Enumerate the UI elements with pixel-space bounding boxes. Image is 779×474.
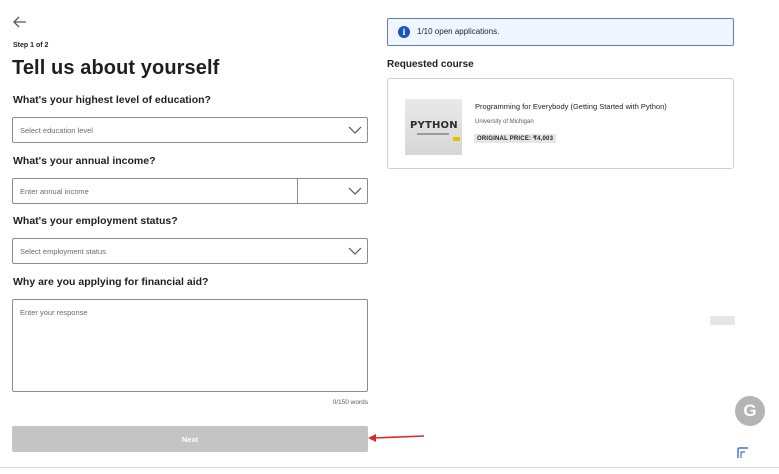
- bottom-divider: [0, 467, 779, 468]
- info-banner: i 1/10 open applications.: [387, 18, 734, 46]
- word-counter: 0/150 words: [332, 399, 368, 406]
- grammarly-icon[interactable]: G: [735, 396, 765, 426]
- employment-placeholder: Select employment status: [20, 247, 106, 256]
- education-placeholder: Select education level: [20, 126, 93, 135]
- thumbnail-accent: [453, 137, 460, 141]
- course-thumbnail: PYTHON: [405, 99, 462, 155]
- income-question: What's your annual income?: [13, 155, 156, 167]
- step-indicator: Step 1 of 2: [13, 42, 49, 49]
- course-thumbnail-text: PYTHON: [410, 120, 458, 131]
- reason-question: Why are you applying for financial aid?: [13, 276, 209, 288]
- education-select[interactable]: Select education level: [12, 117, 368, 143]
- income-placeholder: Enter annual income: [20, 187, 89, 196]
- course-university: University of Michigan: [475, 119, 534, 125]
- reason-placeholder: Enter your response: [20, 308, 88, 317]
- chevron-down-icon[interactable]: [348, 187, 362, 195]
- chevron-down-icon: [348, 126, 362, 134]
- course-name: Programming for Everybody (Getting Start…: [475, 102, 667, 111]
- floating-badge: [710, 316, 735, 325]
- education-question: What's your highest level of education?: [13, 94, 211, 106]
- employment-select[interactable]: Select employment status: [12, 238, 368, 264]
- income-divider: [297, 179, 298, 203]
- chevron-down-icon: [348, 247, 362, 255]
- course-card[interactable]: PYTHON Programming for Everybody (Gettin…: [387, 78, 734, 169]
- page-title: Tell us about yourself: [12, 57, 220, 79]
- requested-course-title: Requested course: [387, 59, 474, 70]
- next-button[interactable]: Next: [12, 426, 368, 452]
- employment-question: What's your employment status?: [13, 215, 178, 227]
- info-banner-text: 1/10 open applications.: [417, 27, 500, 36]
- corner-icon: [737, 447, 748, 458]
- reason-textarea[interactable]: Enter your response: [12, 299, 368, 392]
- thumbnail-subline: [417, 133, 449, 135]
- info-icon: i: [398, 26, 410, 38]
- annotation-arrow: [368, 434, 425, 442]
- price-badge: ORIGINAL PRICE: ₹4,003: [474, 134, 557, 143]
- back-arrow-icon[interactable]: [12, 14, 28, 30]
- income-field[interactable]: Enter annual income: [12, 178, 368, 204]
